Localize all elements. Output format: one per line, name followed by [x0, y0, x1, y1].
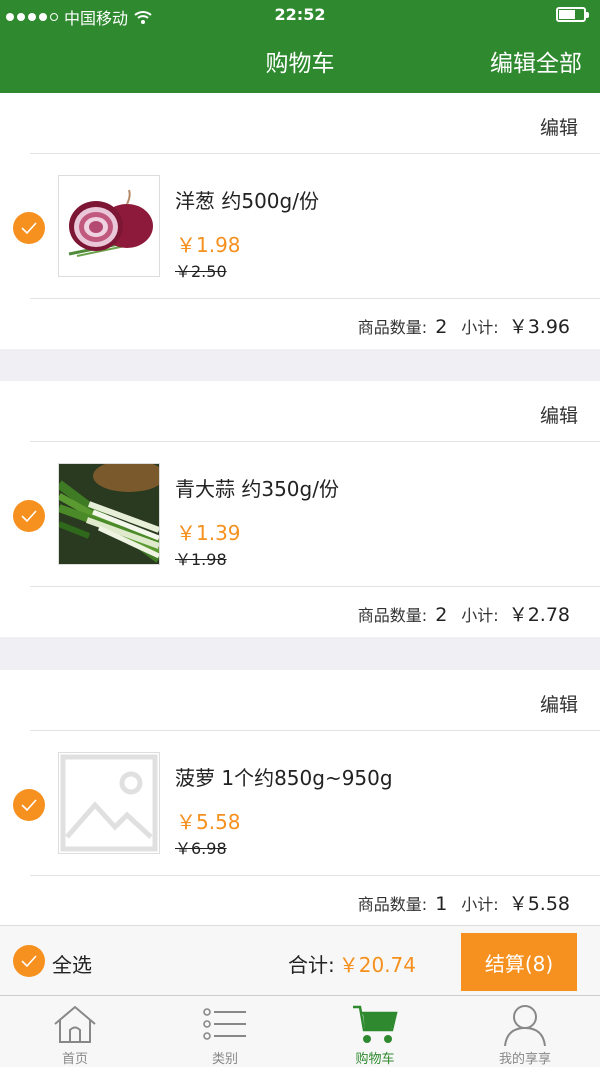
total-label: 合计: — [288, 953, 335, 977]
quantity-label: 商品数量: — [357, 606, 428, 625]
select-all-checkbox[interactable] — [13, 945, 45, 977]
checkmark-icon — [21, 222, 37, 234]
quantity-label: 商品数量: — [357, 318, 428, 337]
tab-profile[interactable]: 我的享享 — [450, 996, 600, 1067]
checkout-button[interactable]: 结算(8) — [461, 933, 577, 991]
product-price: ￥5.58 — [176, 810, 241, 834]
item-checkbox[interactable] — [13, 212, 45, 244]
checkmark-icon — [21, 955, 37, 967]
quantity-label: 商品数量: — [357, 895, 428, 914]
tab-bar: 首页 类别 购物车 我的享享 — [0, 995, 600, 1067]
subtotal-value: ￥3.96 — [508, 316, 570, 338]
quantity-value: 2 — [435, 316, 448, 338]
subtotal-value: ￥5.58 — [508, 893, 570, 915]
tab-cart[interactable]: 购物车 — [300, 996, 450, 1067]
battery-icon — [556, 7, 589, 22]
product-price: ￥1.98 — [176, 233, 241, 257]
placeholder-image[interactable] — [58, 752, 160, 854]
divider — [30, 298, 600, 299]
tab-category[interactable]: 类别 — [150, 996, 300, 1067]
status-bar: 中国移动 22:52 — [0, 0, 600, 30]
item-checkbox[interactable] — [13, 500, 45, 532]
nav-bar: 购物车 编辑全部 — [0, 30, 600, 93]
select-all-label[interactable]: 全选 — [52, 949, 92, 978]
divider — [30, 153, 600, 154]
checkmark-icon — [21, 510, 37, 522]
item-summary: 商品数量: 2 小计: ￥2.78 — [358, 600, 570, 627]
product-name[interactable]: 菠萝 1个约850g~950g — [175, 762, 393, 791]
quantity-value: 2 — [435, 604, 448, 626]
product-name[interactable]: 洋葱 约500g/份 — [175, 185, 319, 214]
product-price: ￥1.39 — [176, 521, 241, 545]
cart-item: 编辑 菠萝 1个约850g~950g ￥5.58 ￥6.98 商品数量: 1 小… — [0, 670, 600, 925]
edit-item-button[interactable]: 编辑 — [540, 690, 578, 717]
cart-list[interactable]: 编辑 洋葱 约500g/份 ￥1.98 ￥2.50 商品数量: 2 小计: ￥3… — [0, 93, 600, 925]
original-price: ￥6.98 — [175, 839, 227, 858]
checkmark-icon — [21, 799, 37, 811]
subtotal-value: ￥2.78 — [508, 604, 570, 626]
edit-item-button[interactable]: 编辑 — [540, 401, 578, 428]
tab-home[interactable]: 首页 — [0, 996, 150, 1067]
item-summary: 商品数量: 1 小计: ￥5.58 — [358, 889, 570, 916]
list-icon — [203, 1008, 246, 1040]
user-icon — [504, 1005, 546, 1046]
divider — [30, 586, 600, 587]
total-amount: ￥20.74 — [338, 953, 417, 977]
original-price: ￥1.98 — [175, 550, 227, 569]
edit-all-button[interactable]: 编辑全部 — [490, 44, 582, 78]
green-garlic-image[interactable] — [58, 463, 160, 565]
original-price: ￥2.50 — [175, 262, 227, 281]
cart-item: 编辑 青大蒜 约350g/份 ￥1.39 ￥1.98 商品数量: 2 小计: ￥… — [0, 381, 600, 637]
subtotal-label: 小计: — [461, 606, 499, 625]
quantity-value: 1 — [435, 893, 448, 915]
onion-image[interactable] — [58, 175, 160, 277]
cart-item: 编辑 洋葱 约500g/份 ￥1.98 ￥2.50 商品数量: 2 小计: ￥3… — [0, 93, 600, 349]
divider — [30, 875, 600, 876]
subtotal-label: 小计: — [461, 318, 499, 337]
divider — [30, 441, 600, 442]
item-summary: 商品数量: 2 小计: ￥3.96 — [358, 312, 570, 339]
product-name[interactable]: 青大蒜 约350g/份 — [175, 473, 339, 502]
divider — [30, 730, 600, 731]
clock: 22:52 — [274, 5, 326, 24]
item-checkbox[interactable] — [13, 789, 45, 821]
tab-label: 类别 — [211, 1052, 238, 1067]
edit-item-button[interactable]: 编辑 — [540, 113, 578, 140]
subtotal-label: 小计: — [461, 895, 499, 914]
tab-label: 首页 — [61, 1052, 88, 1067]
tab-label: 我的享享 — [498, 1052, 551, 1067]
home-icon — [54, 1005, 96, 1043]
tab-label: 购物车 — [355, 1052, 395, 1067]
cart-icon — [353, 1005, 398, 1043]
total-price: 合计: ￥20.74 — [288, 949, 416, 978]
checkout-bar: 全选 合计: ￥20.74 结算(8) — [0, 925, 600, 995]
